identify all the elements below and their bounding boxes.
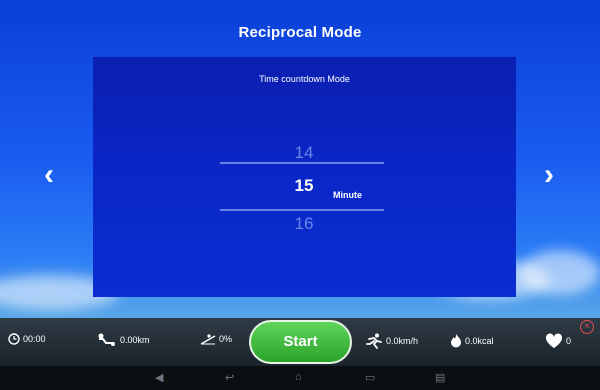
cloud-decoration <box>520 250 600 295</box>
picker-unit-label: Minute <box>333 190 362 200</box>
previous-arrow-icon[interactable]: ‹ <box>44 160 54 190</box>
heart-icon <box>545 333 563 348</box>
next-arrow-icon[interactable]: › <box>544 160 554 190</box>
recents-icon[interactable]: ▭ <box>365 371 375 384</box>
heart-rate-value: 0 <box>566 336 572 346</box>
distance-value: 0.00km <box>120 335 150 345</box>
distance-stat: 0.00km <box>97 333 150 347</box>
flame-icon <box>451 334 461 348</box>
treadmill-screen: Reciprocal Mode ‹ › Time countdown Mode … <box>0 0 600 390</box>
time-value: 00:00 <box>23 334 46 344</box>
time-stat: 00:00 <box>8 333 46 345</box>
system-nav-bar: ◀ ↩ ⌂ ▭ ▤ <box>0 366 600 390</box>
runner-icon <box>366 333 382 349</box>
menu-icon[interactable]: ▤ <box>435 371 445 384</box>
volume-icon[interactable]: ◀ <box>155 371 163 384</box>
start-button[interactable]: Start <box>249 320 352 364</box>
close-icon[interactable]: × <box>580 320 594 334</box>
page-title: Reciprocal Mode <box>238 24 362 41</box>
picker-current-value[interactable]: 15 <box>293 176 315 196</box>
status-bar: 00:00 0.00km 0% Start 0.0km/h 0.0kcal 0 … <box>0 318 600 366</box>
incline-icon <box>200 334 216 345</box>
incline-stat: 0% <box>200 333 232 345</box>
clock-icon <box>8 333 20 345</box>
calories-value: 0.0kcal <box>465 335 494 346</box>
picker-divider <box>220 162 384 164</box>
back-icon[interactable]: ↩ <box>225 371 234 384</box>
incline-value: 0% <box>219 334 233 344</box>
minute-picker[interactable]: 14 15 Minute 16 <box>93 57 516 297</box>
speed-value: 0.0km/h <box>386 336 419 346</box>
heart-rate-stat: 0 <box>545 333 571 349</box>
picker-divider <box>220 209 384 211</box>
speed-stat: 0.0km/h <box>365 333 418 349</box>
picker-prev-value[interactable]: 14 <box>293 143 315 163</box>
picker-next-value[interactable]: 16 <box>293 214 315 234</box>
mode-panel: Time countdown Mode 14 15 Minute 16 <box>93 57 516 297</box>
distance-icon <box>98 333 115 346</box>
home-icon[interactable]: ⌂ <box>295 371 302 383</box>
calories-stat: 0.0kcal <box>450 333 494 348</box>
